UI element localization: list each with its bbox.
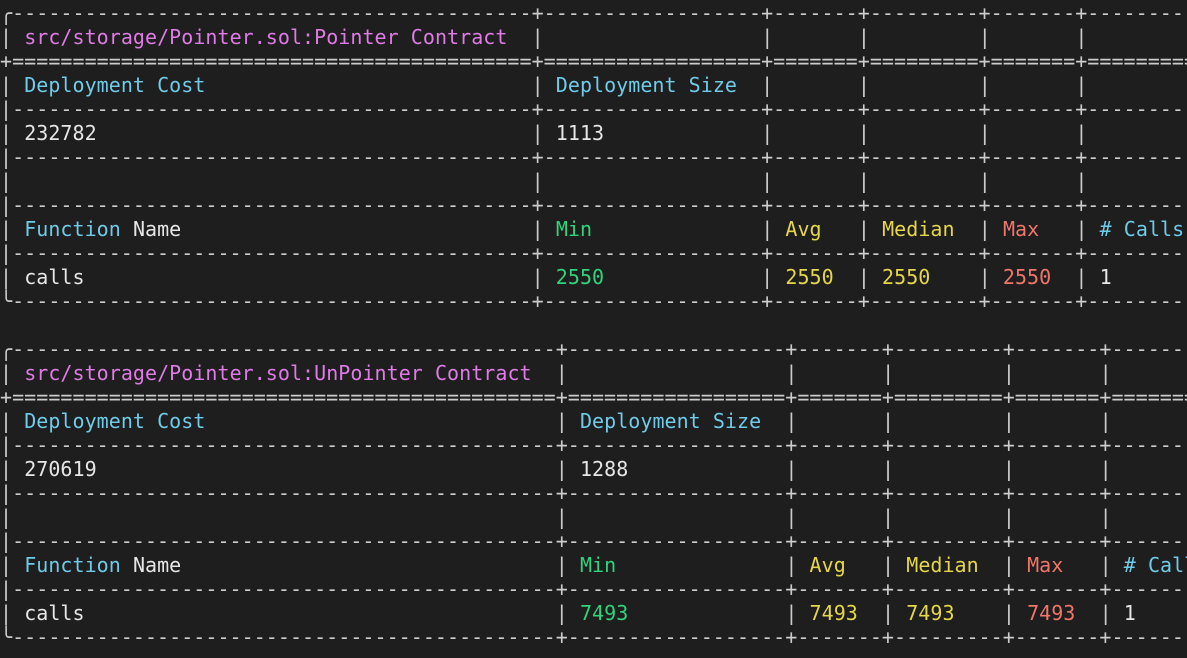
min-value: 2550 bbox=[555, 265, 605, 289]
avg-header: Avg bbox=[809, 553, 846, 577]
terminal-output: ╭---------------------------------------… bbox=[0, 0, 1187, 658]
calls-header: # Calls bbox=[1123, 553, 1187, 577]
row-separator: |---------------------------------------… bbox=[0, 241, 1187, 265]
table-bottom-border: ╰---------------------------------------… bbox=[0, 289, 1187, 313]
max-header: Max bbox=[1027, 553, 1064, 577]
min-value: 7493 bbox=[579, 601, 629, 625]
calls-value: 1 bbox=[1099, 265, 1112, 289]
function-row: | calls | 7493 | 7493 | 7493 | 7493 | 1 … bbox=[0, 601, 1136, 625]
deployment-value-row: | 232782 | 1113 | | | | | bbox=[0, 121, 1088, 145]
function-header-row: | Function Name | Min | Avg | Median | M… bbox=[0, 217, 1185, 241]
min-header: Min bbox=[579, 553, 617, 577]
median-header: Median bbox=[882, 217, 955, 241]
contract-suffix: Contract bbox=[434, 361, 532, 385]
max-value: 2550 bbox=[1002, 265, 1052, 289]
name-header: Name bbox=[132, 217, 182, 241]
deployment-size-label: Deployment Size bbox=[579, 409, 762, 433]
empty-row: | | | | | | | bbox=[0, 169, 1088, 193]
deployment-cost-value: 232782 bbox=[24, 121, 97, 145]
table-top-border: ╭---------------------------------------… bbox=[0, 1, 1187, 25]
empty-row: | | | | | | | bbox=[0, 505, 1112, 529]
avg-header: Avg bbox=[785, 217, 822, 241]
function-name: calls bbox=[24, 601, 85, 625]
max-value: 7493 bbox=[1027, 601, 1076, 625]
function-header: Function bbox=[24, 217, 121, 241]
table-separator: +=======================================… bbox=[0, 49, 1187, 73]
row-separator: |---------------------------------------… bbox=[0, 433, 1187, 457]
deployment-header-row: | Deployment Cost | Deployment Size | | … bbox=[0, 73, 1088, 97]
deployment-value-row: | 270619 | 1288 | | | | | bbox=[0, 457, 1112, 481]
deployment-cost-label: Deployment Cost bbox=[24, 73, 206, 97]
deployment-size-label: Deployment Size bbox=[555, 73, 737, 97]
calls-value: 1 bbox=[1123, 601, 1136, 625]
deployment-cost-label: Deployment Cost bbox=[24, 409, 206, 433]
row-separator: |---------------------------------------… bbox=[0, 97, 1187, 121]
row-separator: |---------------------------------------… bbox=[0, 193, 1187, 217]
row-separator: |---------------------------------------… bbox=[0, 577, 1187, 601]
median-header: Median bbox=[906, 553, 979, 577]
min-header: Min bbox=[555, 217, 593, 241]
contract-name: src/storage/Pointer.sol:UnPointer bbox=[24, 361, 423, 385]
deployment-size-value: 1113 bbox=[555, 121, 605, 145]
row-separator: |---------------------------------------… bbox=[0, 529, 1187, 553]
table-title-row: | src/storage/Pointer.sol:UnPointer Cont… bbox=[0, 361, 1112, 385]
table-separator: +=======================================… bbox=[0, 385, 1187, 409]
function-header: Function bbox=[24, 553, 121, 577]
max-header: Max bbox=[1002, 217, 1040, 241]
median-value: 7493 bbox=[906, 601, 955, 625]
contract-suffix: Contract bbox=[410, 25, 508, 49]
function-row: | calls | 2550 | 2550 | 2550 | 2550 | 1 … bbox=[0, 265, 1112, 289]
avg-value: 2550 bbox=[785, 265, 834, 289]
row-separator: |---------------------------------------… bbox=[0, 145, 1187, 169]
table-top-border: ╭---------------------------------------… bbox=[0, 337, 1187, 361]
contract-name: src/storage/Pointer.sol:Pointer bbox=[24, 25, 399, 49]
avg-value: 7493 bbox=[809, 601, 858, 625]
table-title-row: | src/storage/Pointer.sol:Pointer Contra… bbox=[0, 25, 1088, 49]
median-value: 2550 bbox=[882, 265, 931, 289]
deployment-header-row: | Deployment Cost | Deployment Size | | … bbox=[0, 409, 1112, 433]
deployment-size-value: 1288 bbox=[579, 457, 629, 481]
table-bottom-border: ╰---------------------------------------… bbox=[0, 625, 1187, 649]
name-header: Name bbox=[132, 553, 182, 577]
function-name: calls bbox=[24, 265, 85, 289]
function-header-row: | Function Name | Min | Avg | Median | M… bbox=[0, 553, 1187, 577]
row-separator: |---------------------------------------… bbox=[0, 481, 1187, 505]
deployment-cost-value: 270619 bbox=[24, 457, 97, 481]
calls-header: # Calls bbox=[1099, 217, 1185, 241]
